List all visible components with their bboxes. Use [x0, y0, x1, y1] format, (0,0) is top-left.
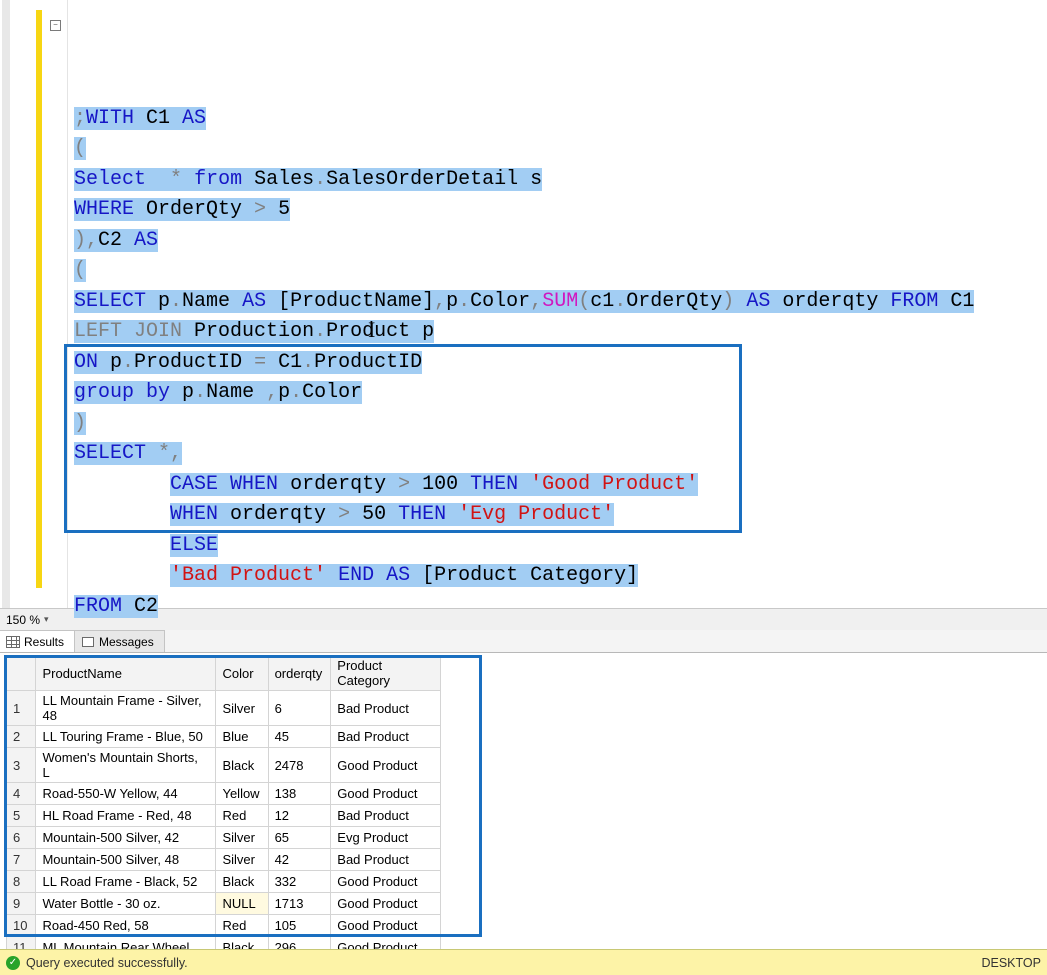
code-line[interactable]: group by p.Name ,p.Color: [74, 378, 1039, 409]
zoom-level[interactable]: 150 %: [6, 613, 40, 627]
tab-messages-label: Messages: [99, 635, 154, 649]
code-line[interactable]: SELECT p.Name AS [ProductName],p.Color,S…: [74, 287, 1039, 318]
editor-gutter: −: [0, 0, 68, 608]
code-line[interactable]: (: [74, 256, 1039, 287]
table-row[interactable]: 5HL Road Frame - Red, 48Red12Bad Product: [7, 805, 441, 827]
code-pane[interactable]: ;WITH C1 AS(Select * from Sales.SalesOrd…: [68, 0, 1047, 608]
column-header[interactable]: orderqty: [268, 656, 331, 691]
results-pane[interactable]: ProductNameColororderqtyProduct Category…: [0, 653, 1047, 949]
column-header[interactable]: [7, 656, 36, 691]
code-line[interactable]: ON p.ProductID = C1.ProductID: [74, 348, 1039, 379]
code-line[interactable]: SELECT *,: [74, 439, 1039, 470]
column-header[interactable]: ProductName: [36, 656, 216, 691]
table-row[interactable]: 10Road-450 Red, 58Red105Good Product: [7, 915, 441, 937]
grid-icon: [6, 636, 20, 648]
code-line[interactable]: ): [74, 409, 1039, 440]
code-line[interactable]: WHEN orderqty > 50 THEN 'Evg Product': [74, 500, 1039, 531]
sql-editor[interactable]: − ;WITH C1 AS(Select * from Sales.SalesO…: [0, 0, 1047, 608]
table-row[interactable]: 7Mountain-500 Silver, 48Silver42Bad Prod…: [7, 849, 441, 871]
code-line[interactable]: ),C2 AS: [74, 226, 1039, 257]
table-row[interactable]: 3Women's Mountain Shorts, LBlack2478Good…: [7, 748, 441, 783]
tab-results-label: Results: [24, 635, 64, 649]
text-cursor: I: [368, 315, 375, 349]
table-row[interactable]: 8LL Road Frame - Black, 52Black332Good P…: [7, 871, 441, 893]
status-bar: ✓ Query executed successfully. DESKTOP: [0, 949, 1047, 975]
fold-toggle[interactable]: −: [50, 20, 61, 31]
tab-messages[interactable]: Messages: [75, 630, 165, 652]
status-connection: DESKTOP: [981, 956, 1041, 970]
results-table[interactable]: ProductNameColororderqtyProduct Category…: [6, 655, 441, 949]
result-tabs: Results Messages: [0, 630, 1047, 653]
code-line[interactable]: WHERE OrderQty > 5: [74, 195, 1039, 226]
change-indicator: [36, 10, 42, 588]
code-line[interactable]: ELSE: [74, 531, 1039, 562]
chevron-down-icon[interactable]: ▾: [44, 614, 49, 625]
code-line[interactable]: (: [74, 134, 1039, 165]
code-line[interactable]: Select * from Sales.SalesOrderDetail s: [74, 165, 1039, 196]
code-line[interactable]: CASE WHEN orderqty > 100 THEN 'Good Prod…: [74, 470, 1039, 501]
table-row[interactable]: 4Road-550-W Yellow, 44Yellow138Good Prod…: [7, 783, 441, 805]
table-row[interactable]: 9Water Bottle - 30 oz.NULL1713Good Produ…: [7, 893, 441, 915]
table-row[interactable]: 2LL Touring Frame - Blue, 50Blue45Bad Pr…: [7, 726, 441, 748]
tab-results[interactable]: Results: [0, 630, 75, 652]
message-icon: [81, 636, 95, 648]
code-line[interactable]: LEFT JOIN Production.Product p: [74, 317, 1039, 348]
table-row[interactable]: 6Mountain-500 Silver, 42Silver65Evg Prod…: [7, 827, 441, 849]
code-line[interactable]: FROM C2: [74, 592, 1039, 623]
status-text: Query executed successfully.: [26, 956, 188, 970]
code-line[interactable]: 'Bad Product' END AS [Product Category]: [74, 561, 1039, 592]
table-row[interactable]: 1LL Mountain Frame - Silver, 48Silver6Ba…: [7, 691, 441, 726]
code-line[interactable]: ;WITH C1 AS: [74, 104, 1039, 135]
column-header[interactable]: Product Category: [331, 656, 441, 691]
check-icon: ✓: [6, 956, 20, 970]
column-header[interactable]: Color: [216, 656, 268, 691]
table-row[interactable]: 11ML Mountain Rear WheelBlack296Good Pro…: [7, 937, 441, 950]
